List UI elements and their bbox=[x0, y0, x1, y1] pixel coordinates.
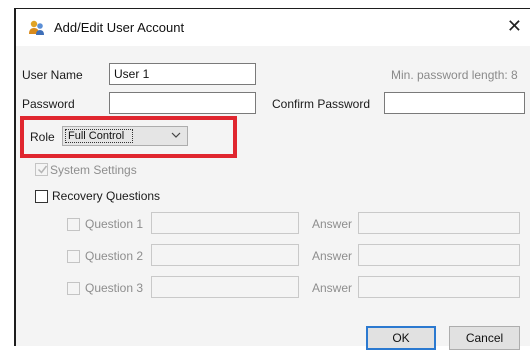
title-bar: Add/Edit User Account ✕ bbox=[16, 9, 530, 46]
answer-2-label: Answer bbox=[312, 249, 353, 263]
question-2-field[interactable] bbox=[151, 244, 299, 266]
answer-3-field[interactable] bbox=[358, 276, 520, 298]
close-icon[interactable]: ✕ bbox=[507, 15, 522, 37]
user-name-label: User Name bbox=[22, 68, 83, 82]
question-3-field[interactable] bbox=[151, 276, 299, 298]
checkmark-icon bbox=[37, 165, 48, 174]
users-icon bbox=[29, 20, 44, 35]
recovery-questions-checkbox[interactable] bbox=[35, 190, 48, 203]
min-password-hint: Min. password length: 8 bbox=[391, 68, 518, 82]
window-title: Add/Edit User Account bbox=[54, 20, 185, 35]
role-highlight-box bbox=[20, 116, 237, 158]
user-name-field[interactable] bbox=[109, 63, 256, 85]
question-1-checkbox[interactable] bbox=[67, 218, 80, 231]
password-label: Password bbox=[22, 97, 75, 111]
system-settings-checkbox[interactable] bbox=[35, 163, 48, 176]
answer-2-field[interactable] bbox=[358, 244, 520, 266]
confirm-password-field[interactable] bbox=[384, 92, 525, 114]
recovery-questions-label: Recovery Questions bbox=[52, 189, 161, 203]
ok-button[interactable]: OK bbox=[366, 326, 436, 350]
answer-1-label: Answer bbox=[312, 217, 353, 231]
question-1-field[interactable] bbox=[151, 212, 299, 234]
question-2-checkbox[interactable] bbox=[67, 250, 80, 263]
system-settings-label: System Settings bbox=[50, 163, 137, 177]
answer-3-label: Answer bbox=[312, 281, 353, 295]
confirm-password-label: Confirm Password bbox=[272, 97, 371, 111]
question-3-label: Question 3 bbox=[85, 281, 144, 295]
cancel-button[interactable]: Cancel bbox=[449, 326, 520, 350]
answer-1-field[interactable] bbox=[358, 212, 520, 234]
question-3-checkbox[interactable] bbox=[67, 282, 80, 295]
question-1-label: Question 1 bbox=[85, 217, 144, 231]
question-2-label: Question 2 bbox=[85, 249, 144, 263]
password-field[interactable] bbox=[109, 92, 256, 114]
